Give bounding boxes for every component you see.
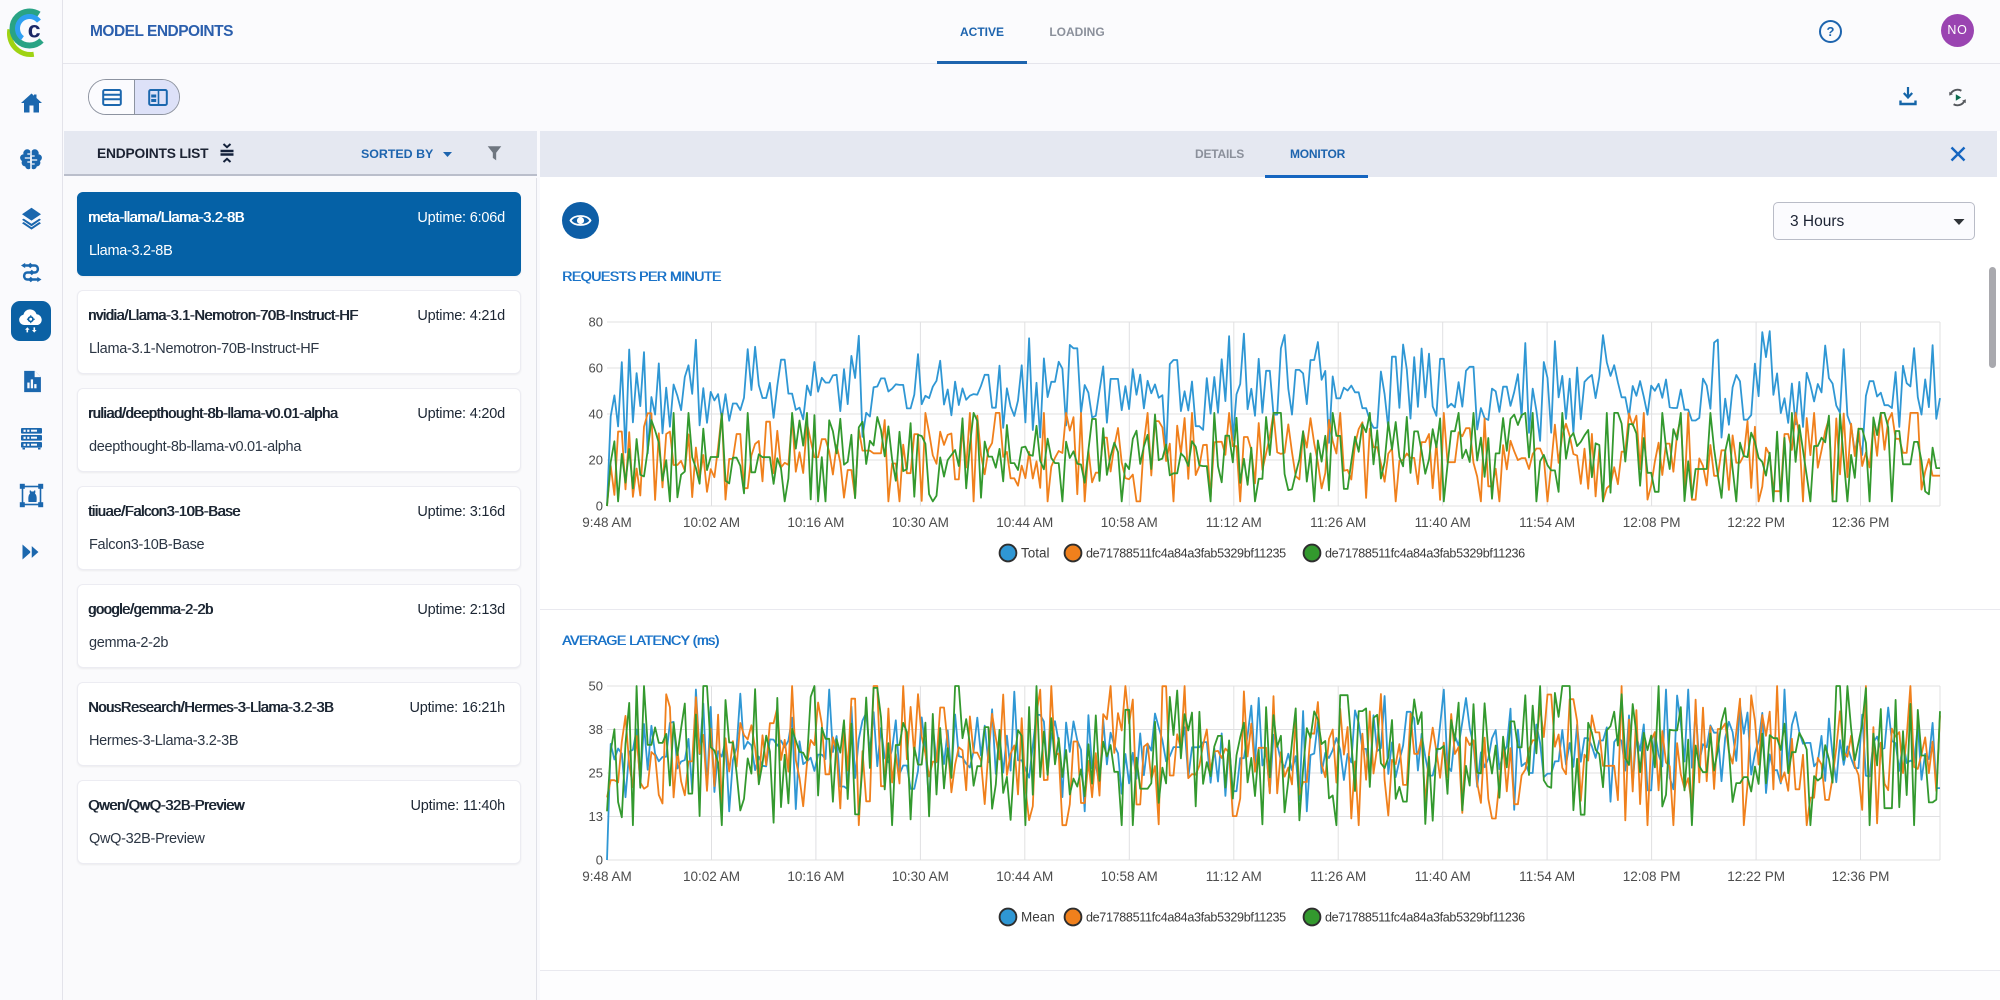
- svg-text:de71788511fc4a84a3fab5329bf112: de71788511fc4a84a3fab5329bf11235: [1086, 911, 1286, 925]
- svg-text:10:16 AM: 10:16 AM: [787, 515, 844, 530]
- svg-text:de71788511fc4a84a3fab5329bf112: de71788511fc4a84a3fab5329bf11235: [1086, 547, 1286, 561]
- svg-text:60: 60: [589, 361, 603, 376]
- svg-text:9:48 AM: 9:48 AM: [582, 515, 632, 530]
- svg-text:80: 80: [589, 315, 603, 330]
- svg-text:Mean: Mean: [1021, 910, 1055, 925]
- svg-text:0: 0: [596, 853, 603, 868]
- svg-text:10:44 AM: 10:44 AM: [996, 869, 1053, 884]
- svg-text:20: 20: [589, 453, 603, 468]
- svg-text:11:40 AM: 11:40 AM: [1415, 515, 1471, 530]
- svg-text:12:36 PM: 12:36 PM: [1832, 869, 1890, 884]
- svg-text:25: 25: [589, 766, 603, 781]
- svg-text:10:16 AM: 10:16 AM: [787, 869, 844, 884]
- svg-text:11:26 AM: 11:26 AM: [1310, 515, 1366, 530]
- svg-text:12:08 PM: 12:08 PM: [1623, 869, 1681, 884]
- svg-text:10:58 AM: 10:58 AM: [1101, 515, 1158, 530]
- svg-text:12:22 PM: 12:22 PM: [1727, 869, 1785, 884]
- svg-text:9:48 AM: 9:48 AM: [582, 869, 632, 884]
- svg-text:12:08 PM: 12:08 PM: [1623, 515, 1681, 530]
- svg-text:Total: Total: [1021, 546, 1050, 561]
- svg-text:10:02 AM: 10:02 AM: [683, 515, 740, 530]
- svg-text:11:26 AM: 11:26 AM: [1310, 869, 1366, 884]
- svg-text:50: 50: [589, 679, 603, 694]
- svg-text:12:36 PM: 12:36 PM: [1832, 515, 1890, 530]
- svg-text:10:30 AM: 10:30 AM: [892, 869, 949, 884]
- svg-text:0: 0: [596, 499, 603, 514]
- svg-text:11:40 AM: 11:40 AM: [1415, 869, 1471, 884]
- svg-text:38: 38: [589, 722, 603, 737]
- svg-text:de71788511fc4a84a3fab5329bf112: de71788511fc4a84a3fab5329bf11236: [1325, 911, 1525, 925]
- svg-text:11:12 AM: 11:12 AM: [1206, 515, 1262, 530]
- svg-text:10:30 AM: 10:30 AM: [892, 515, 949, 530]
- svg-text:12:22 PM: 12:22 PM: [1727, 515, 1785, 530]
- svg-text:de71788511fc4a84a3fab5329bf112: de71788511fc4a84a3fab5329bf11236: [1325, 547, 1525, 561]
- svg-text:11:54 AM: 11:54 AM: [1519, 869, 1575, 884]
- svg-text:11:12 AM: 11:12 AM: [1206, 869, 1262, 884]
- svg-text:11:54 AM: 11:54 AM: [1519, 515, 1575, 530]
- svg-text:10:02 AM: 10:02 AM: [683, 869, 740, 884]
- svg-text:40: 40: [589, 407, 603, 422]
- svg-text:c: c: [28, 17, 41, 43]
- svg-text:13: 13: [589, 809, 603, 824]
- svg-text:10:58 AM: 10:58 AM: [1101, 869, 1158, 884]
- svg-text:10:44 AM: 10:44 AM: [996, 515, 1053, 530]
